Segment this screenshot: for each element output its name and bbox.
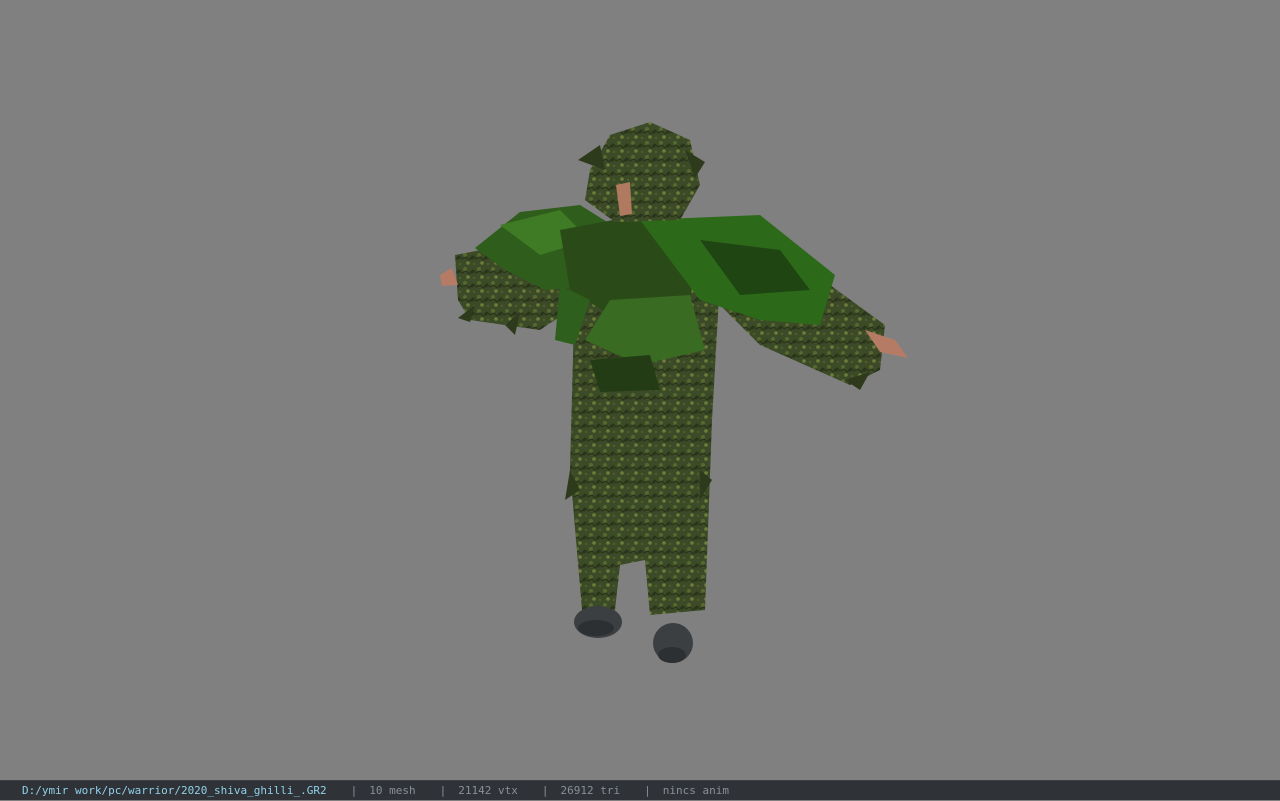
boots (574, 606, 693, 663)
separator: | (350, 783, 358, 797)
animation-status: nincs anim (662, 783, 729, 797)
hood (578, 122, 705, 222)
separator: | (644, 783, 651, 797)
separator: | (541, 783, 549, 797)
character-model[interactable] (0, 0, 1280, 780)
vertex-count: 21142 vtx (458, 783, 518, 797)
mesh-count: 10 mesh (369, 783, 416, 797)
triangle-count: 26912 tri (560, 783, 621, 797)
separator: | (439, 783, 447, 797)
3d-viewport[interactable] (0, 0, 1280, 780)
status-bar: D:/ymir work/pc/warrior/2020_shiva_ghill… (0, 780, 1280, 800)
file-path: D:/ymir work/pc/warrior/2020_shiva_ghill… (22, 783, 327, 797)
